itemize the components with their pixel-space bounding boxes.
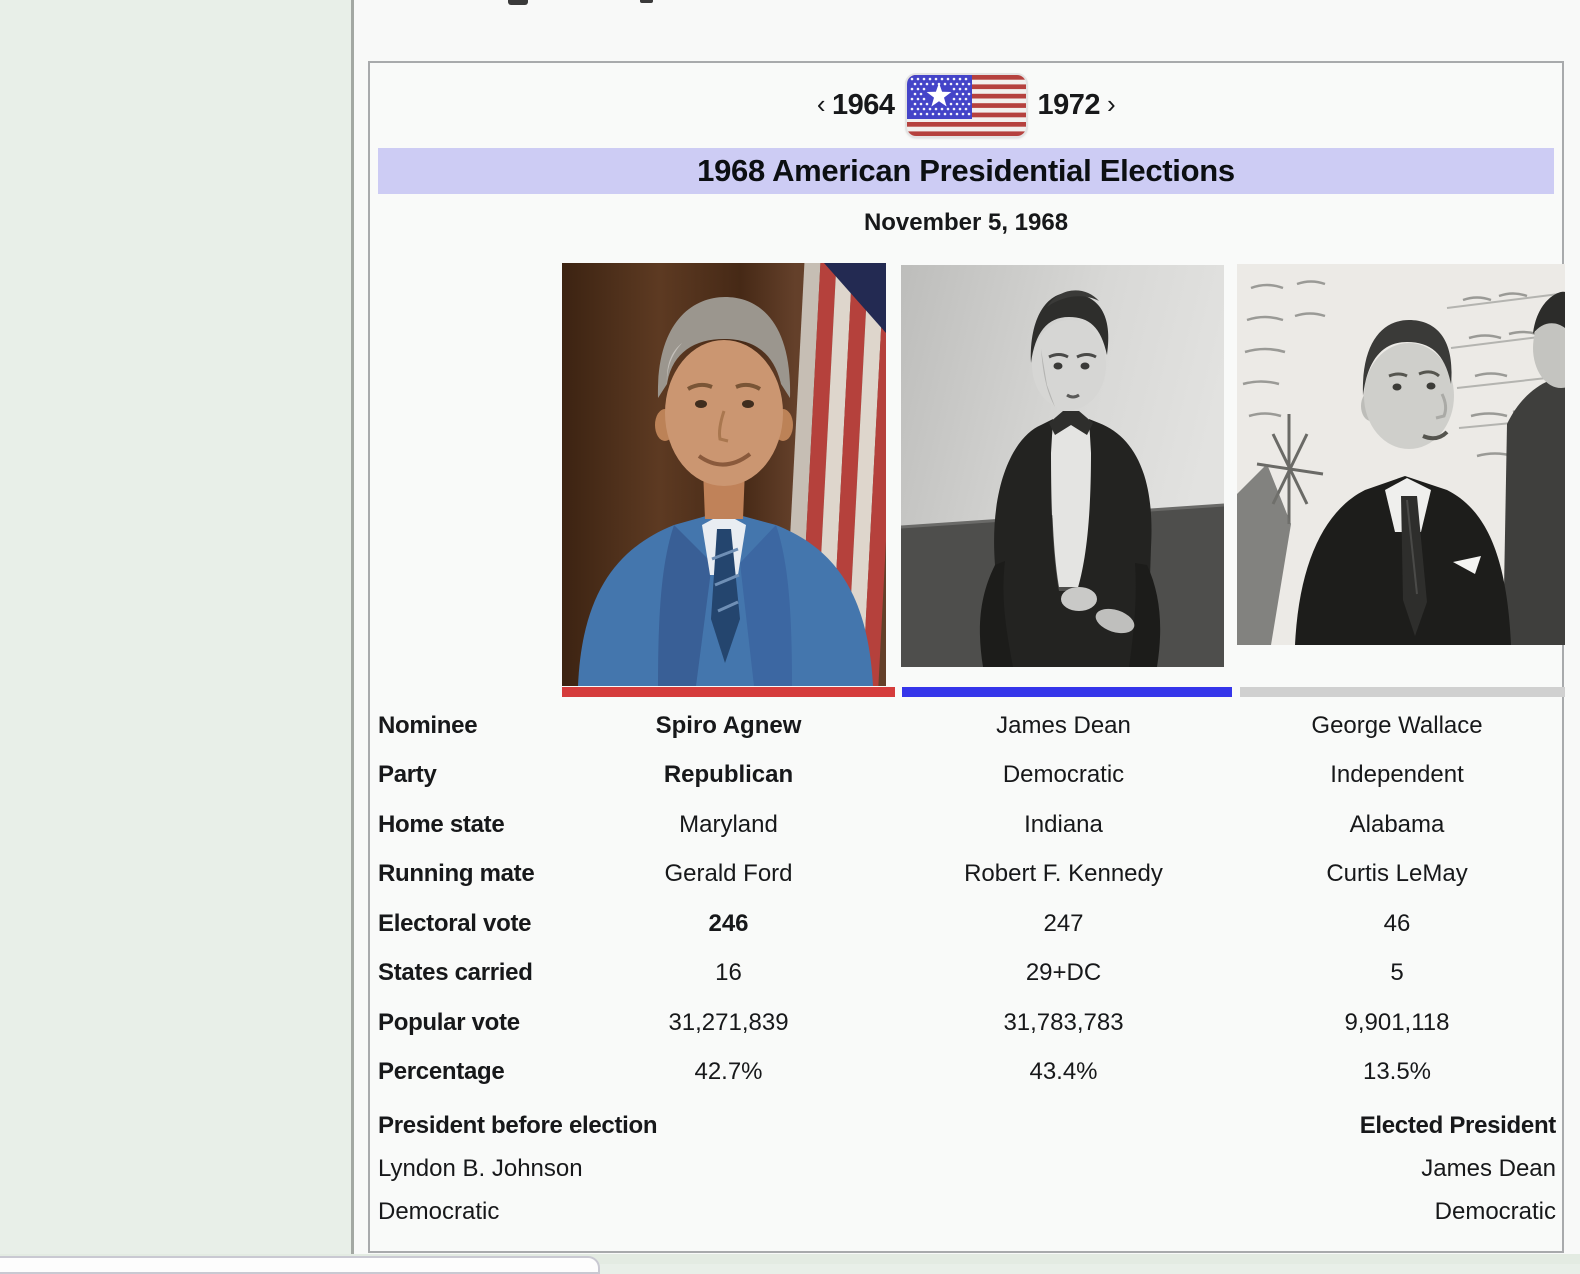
row-label-states-carried: States carried	[378, 959, 533, 987]
percentage-dean: 43.4%	[1029, 1058, 1098, 1086]
running-mate-agnew: Gerald Ford	[664, 860, 793, 888]
party-dean: Democratic	[1002, 761, 1125, 789]
row-label-party: Party	[378, 761, 437, 789]
chevron-left-icon: ‹	[816, 89, 826, 119]
president-before-name: Lyndon B. Johnson	[378, 1155, 583, 1182]
elected-president-party: Democratic	[1434, 1198, 1556, 1225]
home-state-wallace: Alabama	[1349, 810, 1445, 838]
infobox-title-banner: 1968 American Presidential Elections	[378, 148, 1554, 194]
election-navigation: ‹ 1964 1972 ›	[370, 75, 1562, 136]
percentage-agnew: 42.7%	[694, 1058, 763, 1086]
republican-party-color-bar	[562, 687, 895, 697]
clipped-text-artifact	[640, 0, 653, 3]
party-wallace: Independent	[1330, 761, 1464, 789]
election-stats-table: Nominee Spiro Agnew James Dean George Wa…	[378, 701, 1562, 1097]
home-state-agnew: Maryland	[679, 810, 778, 838]
running-mate-dean: Robert F. Kennedy	[964, 860, 1163, 888]
nominee-agnew: Spiro Agnew	[655, 711, 802, 739]
nominee-dean: James Dean	[996, 711, 1131, 739]
party-agnew: Republican	[663, 761, 794, 789]
electoral-vote-dean: 247	[1043, 909, 1084, 937]
popular-vote-wallace: 9,901,118	[1344, 1008, 1450, 1036]
row-label-popular-vote: Popular vote	[378, 1008, 520, 1036]
democratic-party-color-bar	[902, 687, 1232, 697]
elected-president-name: James Dean	[1421, 1155, 1556, 1182]
elected-president-label: Elected President	[1359, 1112, 1557, 1139]
sidebar-divider	[351, 0, 354, 1264]
running-mate-wallace: Curtis LeMay	[1326, 860, 1468, 888]
president-before-label: President before election	[378, 1112, 658, 1139]
spiro-agnew-photo[interactable]	[562, 263, 886, 686]
nominee-wallace: George Wallace	[1311, 711, 1483, 739]
bottom-panel	[0, 1256, 600, 1274]
election-date: November 5, 1968	[863, 209, 1069, 236]
states-carried-dean: 29+DC	[1025, 959, 1102, 987]
prev-election-year: 1964	[831, 89, 895, 121]
electoral-vote-agnew: 246	[708, 909, 749, 937]
president-before-party: Democratic	[378, 1198, 500, 1225]
page-title: 1968 American Presidential Elections	[697, 153, 1235, 188]
election-infobox: ‹ 1964 1972 › 1968 American Presidential…	[368, 61, 1565, 1253]
row-label-home-state: Home state	[378, 810, 505, 838]
states-carried-wallace: 5	[1390, 959, 1404, 987]
row-label-percentage: Percentage	[378, 1058, 505, 1086]
clipped-text-artifact	[508, 0, 528, 5]
home-state-dean: Indiana	[1024, 810, 1103, 838]
president-transition-section: President before election Elected Presid…	[378, 1111, 1556, 1240]
row-label-electoral-vote: Electoral vote	[378, 909, 532, 937]
row-label-running-mate: Running mate	[378, 860, 535, 888]
james-dean-photo[interactable]	[901, 265, 1224, 667]
george-wallace-photo[interactable]	[1237, 264, 1565, 645]
popular-vote-agnew: 31,271,839	[668, 1008, 789, 1036]
next-election-year: 1972	[1037, 89, 1101, 121]
chevron-right-icon: ›	[1107, 89, 1116, 119]
next-election-link[interactable]: 1972 ›	[1038, 89, 1116, 122]
popular-vote-dean: 31,783,783	[1003, 1008, 1124, 1036]
independent-party-color-bar	[1240, 687, 1565, 697]
percentage-wallace: 13.5%	[1362, 1058, 1432, 1086]
electoral-vote-wallace: 46	[1383, 909, 1411, 937]
us-flag-icon[interactable]	[906, 75, 1026, 136]
prev-election-link[interactable]: ‹ 1964	[817, 89, 895, 122]
row-label-nominee: Nominee	[378, 711, 478, 739]
states-carried-agnew: 16	[715, 959, 742, 987]
